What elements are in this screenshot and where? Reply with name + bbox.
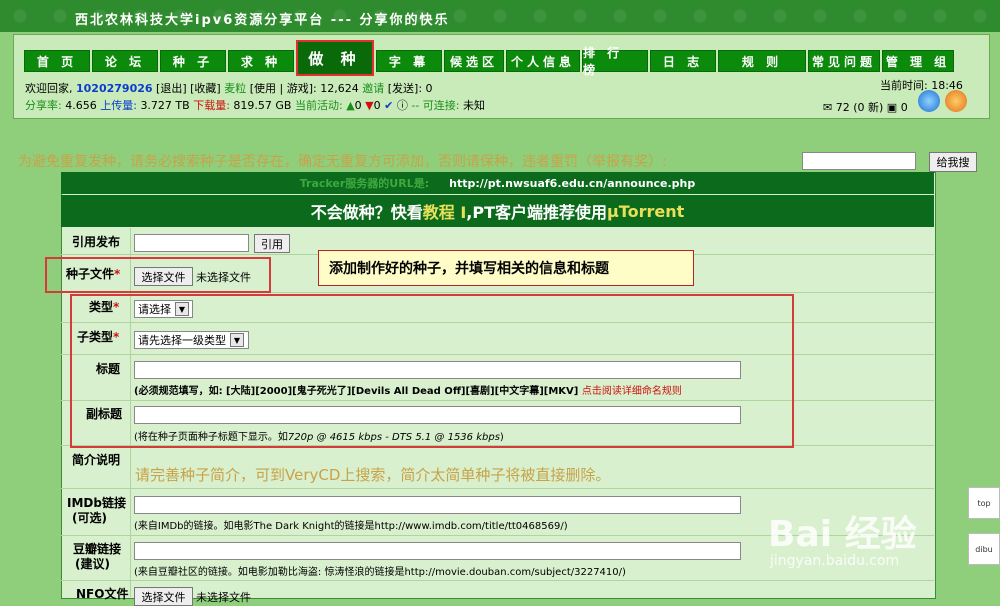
douban-suggested: (建议) <box>75 557 110 571</box>
username-link[interactable]: 1020279026 <box>76 82 153 95</box>
leeching-count: 0 <box>373 99 381 112</box>
tracker-label: Tracker服务器的URL是: <box>299 177 430 190</box>
baidu-watermark-logo: Bai 经验 <box>768 514 917 555</box>
baidu-watermark-url: jingyan.baidu.com <box>770 553 900 569</box>
tracker-url: http://pt.nwsuaf6.edu.cn/announce.php <box>449 176 696 190</box>
row-divider <box>61 580 934 581</box>
imdb-hint: (来自IMDb的链接。如电影The Dark Knight的链接是http://… <box>134 521 568 532</box>
nav-item[interactable]: 管 理 组 <box>882 50 954 72</box>
message-status: ✉ 72 (0 新) ▣ 0 <box>823 99 908 115</box>
quote-button[interactable]: 引用 <box>254 234 290 253</box>
douban-hint: (来自豆瓣社区的链接。如电影加勒比海盗: 惊涛怪浪的链接是http://movi… <box>134 567 626 578</box>
scroll-top-label: top <box>977 498 991 508</box>
seeding-icon: ▲ <box>346 99 355 112</box>
upload-value: 3.727 TB <box>140 99 190 112</box>
scroll-bottom-label: dibu <box>975 544 993 554</box>
time-label: 当前时间: <box>880 79 928 92</box>
favorites-link[interactable]: [收藏] <box>190 82 221 95</box>
tracker-bar: Tracker服务器的URL是: http://pt.nwsuaf6.edu.c… <box>61 172 934 194</box>
annotation-tooltip: 添加制作好的种子，并填写相关的信息和标题 <box>318 250 694 286</box>
quote-input[interactable] <box>134 234 249 252</box>
buddy-icon[interactable] <box>918 90 940 112</box>
scroll-top-button[interactable]: top <box>968 487 1000 519</box>
nav-item[interactable]: 做 种 <box>296 40 374 76</box>
imdb-input[interactable] <box>134 496 741 514</box>
guide-pre: 不会做种？快看 <box>310 203 423 222</box>
guide-mid: ,PT客户端推荐使用 <box>466 203 608 222</box>
nav-item[interactable]: 求 种 <box>228 50 294 72</box>
quote-label: 引用发布 <box>72 235 121 249</box>
invite-link[interactable]: 邀请 <box>362 82 384 95</box>
intro-text: 请完善种子简介，可到VeryCD上搜索，简介太简单种子将被直接删除。 <box>135 466 611 484</box>
rss-icon[interactable] <box>945 90 967 112</box>
send-link[interactable]: [发送]: <box>388 82 422 95</box>
download-label: 下载量: <box>193 99 230 112</box>
connect-icon: ⓘ <box>396 99 408 112</box>
connectable-value: 未知 <box>463 99 486 112</box>
douban-input[interactable] <box>134 542 741 560</box>
transfer-status-line: 分享率: 4.656 上传量: 3.727 TB 下载量: 819.57 GB … <box>25 97 485 113</box>
duplicate-warning: 为避免重复发种，请务必搜索种子是否存在，确定无重复方可添加，否则请保种，违者重罚… <box>18 154 667 170</box>
client-link[interactable]: μTorrent <box>607 202 684 221</box>
welcome-text: 欢迎回家, <box>25 82 73 95</box>
tutorial-link[interactable]: 教程 I <box>423 199 467 223</box>
seeding-count: 0 <box>354 99 362 112</box>
nfo-no-file: 未选择文件 <box>196 591 251 604</box>
bonus-label: 麦粒 <box>224 82 247 95</box>
nav-item[interactable]: 规 则 <box>718 50 806 72</box>
leeching-icon: ▼ <box>365 99 374 112</box>
friends-count: 0 <box>900 101 908 114</box>
row-divider <box>61 488 934 489</box>
send-count: 0 <box>425 82 433 95</box>
check-icon: ✔ <box>384 99 394 112</box>
activity-label: 当前活动: <box>294 99 343 112</box>
nav-item[interactable]: 首 页 <box>24 50 90 72</box>
search-button[interactable]: 给我搜 <box>929 152 977 172</box>
nav-item[interactable]: 个人信息 <box>506 50 580 72</box>
annotation-box-torrent <box>45 257 271 293</box>
nfo-label: NFO文件 <box>76 587 129 601</box>
nav-item[interactable]: 日 志 <box>650 50 716 72</box>
download-value: 819.57 GB <box>233 99 292 112</box>
messages-count[interactable]: 72 (0 新) <box>836 101 884 114</box>
ratio-label: 分享率: <box>25 99 62 112</box>
ratio-value: 4.656 <box>65 99 97 112</box>
imdb-optional: (可选) <box>72 511 107 525</box>
nav-item[interactable]: 种 子 <box>160 50 226 72</box>
nav-item[interactable]: 论 坛 <box>92 50 158 72</box>
main-nav: 首 页论 坛种 子求 种做 种字 幕候选区 个人信息排 行 榜日 志规 则常见问题… <box>24 40 956 77</box>
friends-icon[interactable]: ▣ <box>887 101 897 114</box>
connectable-label: -- 可连接: <box>411 99 460 112</box>
logout-link[interactable]: [退出] <box>156 82 187 95</box>
nav-item[interactable]: 字 幕 <box>376 50 442 72</box>
site-title: 西北农林科技大学ipv6资源分享平台 --- 分享你的快乐 <box>75 13 450 28</box>
nav-item[interactable]: 排 行 榜 <box>582 46 648 77</box>
mail-icon[interactable]: ✉ <box>823 101 832 114</box>
guide-bar: 不会做种？快看 教程 I ,PT客户端推荐使用 μTorrent <box>61 195 934 227</box>
points-value: 12,624 <box>320 82 359 95</box>
annotation-box-fields <box>70 294 794 448</box>
nav-item[interactable]: 候选区 <box>444 50 504 72</box>
use-link[interactable]: [使用 | 游戏]: <box>250 82 317 95</box>
nav-item[interactable]: 常见问题 <box>808 50 880 72</box>
scroll-bottom-button[interactable]: dibu <box>968 533 1000 565</box>
upload-label: 上传量: <box>100 99 137 112</box>
search-input[interactable] <box>802 152 916 170</box>
intro-label: 简介说明 <box>72 453 121 467</box>
user-status-line: 欢迎回家, 1020279026 [退出] [收藏] 麦粒 [使用 | 游戏]:… <box>25 80 433 96</box>
